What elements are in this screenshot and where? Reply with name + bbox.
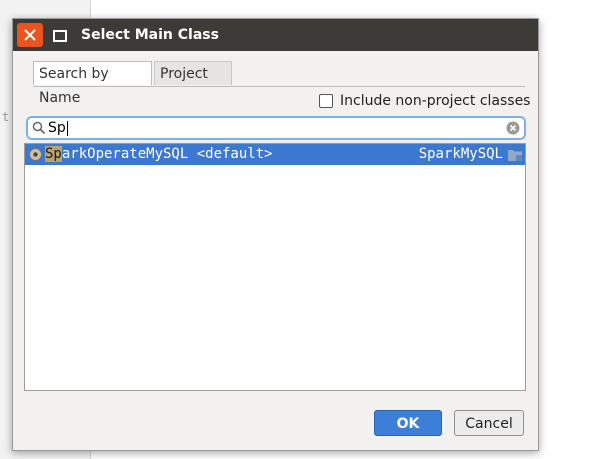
result-class-name-rest: arkOperateMySQL <default> bbox=[61, 146, 273, 162]
close-button[interactable] bbox=[17, 23, 43, 47]
tab-divider bbox=[33, 86, 525, 87]
search-field[interactable]: Sp bbox=[26, 116, 526, 140]
gutter-text: t bbox=[2, 110, 10, 124]
result-class-name: SparkOperateMySQL <default> bbox=[45, 144, 273, 165]
class-main-icon bbox=[29, 148, 42, 161]
dialog-titlebar: Select Main Class bbox=[13, 19, 538, 51]
results-list: SparkOperateMySQL <default> SparkMySQL bbox=[24, 143, 526, 391]
include-non-project-label: Include non-project classes bbox=[340, 93, 531, 109]
tab-search-by-name[interactable]: Search by Name bbox=[33, 61, 152, 106]
tab-project[interactable]: Project bbox=[154, 61, 232, 85]
search-icon bbox=[32, 121, 46, 135]
ok-button[interactable]: OK bbox=[374, 410, 442, 436]
select-main-class-dialog: Select Main Class Search by Name Project… bbox=[12, 18, 539, 451]
module-folder-icon bbox=[508, 150, 522, 161]
text-caret bbox=[67, 121, 68, 136]
list-item[interactable]: SparkOperateMySQL <default> SparkMySQL bbox=[25, 144, 525, 165]
include-non-project-checkbox[interactable] bbox=[319, 94, 333, 108]
clear-search-icon[interactable] bbox=[506, 121, 520, 135]
search-input[interactable]: Sp bbox=[48, 118, 66, 138]
maximize-button[interactable] bbox=[46, 23, 72, 47]
maximize-icon bbox=[53, 30, 67, 42]
cancel-button[interactable]: Cancel bbox=[454, 410, 524, 436]
result-module-name: SparkMySQL bbox=[418, 146, 503, 162]
close-icon bbox=[24, 29, 36, 41]
match-highlight: Sp bbox=[45, 146, 62, 162]
dialog-title: Select Main Class bbox=[81, 27, 219, 43]
